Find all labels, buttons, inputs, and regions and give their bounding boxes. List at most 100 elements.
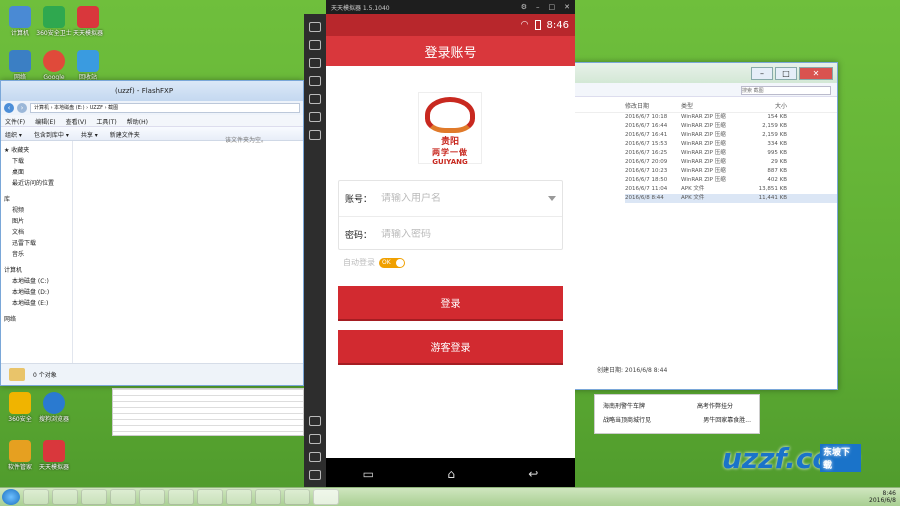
forward-icon[interactable]: ›	[17, 103, 27, 113]
column-date[interactable]: 修改日期	[625, 101, 681, 110]
taskbar-app-sogou[interactable]	[168, 489, 194, 505]
column-size[interactable]: 大小	[737, 101, 787, 110]
maximize-button[interactable]: □	[775, 66, 797, 80]
desktop-icon-emulator[interactable]: 天天模拟器	[70, 6, 106, 37]
news-item[interactable]: 男牛回家靠食胜...	[703, 414, 751, 428]
rotate-icon[interactable]	[309, 58, 321, 68]
nav-tree-item[interactable]: 网络	[4, 314, 69, 325]
taskbar-app-360[interactable]	[23, 489, 49, 505]
start-button[interactable]	[2, 489, 20, 505]
login-button[interactable]: 登录	[338, 286, 563, 319]
volume-up-icon[interactable]	[309, 416, 321, 426]
desktop-icon-recycle[interactable]: 回收站	[70, 50, 106, 81]
file-row[interactable]: 2016/6/7 18:50 WinRAR ZIP 压缩 402 KB	[625, 176, 837, 185]
news-item[interactable]: 海南刑警牛车牌	[603, 400, 645, 414]
back-nav-icon[interactable]: ↩	[528, 467, 538, 481]
menu-file[interactable]: 文件(F)	[5, 117, 25, 126]
close-icon[interactable]: ✕	[564, 3, 570, 11]
screen-icon[interactable]	[309, 40, 321, 50]
column-type[interactable]: 类型	[681, 101, 737, 110]
taskbar-app-sogou2[interactable]	[284, 489, 310, 505]
home-icon[interactable]: ⌂	[447, 467, 455, 481]
close-button[interactable]: ✕	[799, 66, 833, 80]
file-row[interactable]: 2016/6/7 10:23 WinRAR ZIP 压缩 887 KB	[625, 167, 837, 176]
include-library-button[interactable]: 包含到库中 ▾	[34, 130, 69, 139]
desktop-icon-network[interactable]: 网络	[2, 50, 38, 81]
apk-icon[interactable]	[309, 112, 321, 122]
file-type: WinRAR ZIP 压缩	[681, 168, 726, 174]
username-input[interactable]	[381, 193, 548, 204]
fullscreen-icon[interactable]	[309, 470, 321, 480]
taskbar-app-ie[interactable]	[52, 489, 78, 505]
menu-edit[interactable]: 编辑(E)	[35, 117, 55, 126]
desktop-icon-sogou[interactable]: 搜狗浏览器	[36, 392, 72, 423]
auto-login-toggle[interactable]: OK	[379, 257, 405, 268]
recents-icon[interactable]: ▭	[363, 467, 374, 481]
nav-tree-item[interactable]: 本地磁盘 (D:)	[4, 287, 69, 298]
desktop-icon-computer[interactable]: 计算机	[2, 6, 38, 37]
guest-login-button[interactable]: 游客登录	[338, 330, 563, 363]
share-button[interactable]: 共享 ▾	[81, 130, 98, 139]
settings-icon[interactable]: ⚙	[521, 3, 527, 11]
maximize-icon[interactable]: □	[549, 3, 556, 11]
minimize-button[interactable]: –	[751, 66, 773, 80]
file-row[interactable]: 2016/6/7 16:41 WinRAR ZIP 压缩 2,159 KB	[625, 131, 837, 140]
password-input[interactable]	[381, 228, 556, 240]
taskbar-app-office[interactable]	[110, 489, 136, 505]
file-row[interactable]: 2016/6/8 8:44 APK 文件 11,441 KB	[625, 194, 837, 203]
nav-tree-item[interactable]: 最近访问的位置	[4, 178, 69, 189]
nav-tree-item[interactable]: 迅雷下载	[4, 238, 69, 249]
keyboard-icon[interactable]	[309, 22, 321, 32]
inbox-icon[interactable]	[309, 94, 321, 104]
file-row[interactable]: 2016/6/7 15:53 WinRAR ZIP 压缩 334 KB	[625, 140, 837, 149]
menu-view[interactable]: 查看(V)	[66, 117, 87, 126]
nav-tree-item[interactable]: 库	[4, 194, 69, 205]
desktop-icon-360b[interactable]: 360安全	[2, 392, 38, 423]
nav-tree-item[interactable]: 视频	[4, 205, 69, 216]
nav-tree-item[interactable]: 本地磁盘 (C:)	[4, 276, 69, 287]
taskbar-app-chrome[interactable]	[197, 489, 223, 505]
nav-tree-item[interactable]: 本地磁盘 (E:)	[4, 298, 69, 309]
file-row[interactable]: 2016/6/7 20:09 WinRAR ZIP 压缩 29 KB	[625, 158, 837, 167]
desktop-icon-manager[interactable]: 软件管家	[2, 440, 38, 471]
file-row[interactable]: 2016/6/7 16:25 WinRAR ZIP 压缩 995 KB	[625, 149, 837, 158]
file-row[interactable]: 2016/6/7 16:44 WinRAR ZIP 压缩 2,159 KB	[625, 122, 837, 131]
nav-tree-item[interactable]: 桌面	[4, 167, 69, 178]
menu-help[interactable]: 帮助(H)	[127, 117, 148, 126]
volume-down-icon[interactable]	[309, 434, 321, 444]
logo-city: 贵阳	[440, 137, 459, 147]
scissors-icon[interactable]	[309, 76, 321, 86]
taskbar-app-explorer[interactable]	[81, 489, 107, 505]
nav-tree-item[interactable]: 文档	[4, 227, 69, 238]
nav-tree-item[interactable]: ★ 收藏夹	[4, 145, 69, 156]
new-folder-button[interactable]: 新建文件夹	[110, 130, 140, 139]
desktop-icon-360[interactable]: 360安全卫士	[36, 6, 72, 37]
desktop-icon-emulator2[interactable]: 天天模拟器	[36, 440, 72, 471]
breadcrumb[interactable]: 计算机 › 本地磁盘 (E:) › UZZF › 截图	[30, 103, 300, 113]
menu-tools[interactable]: 工具(T)	[96, 117, 116, 126]
file-search-input[interactable]	[741, 86, 831, 95]
explorer-titlebar[interactable]: (uzzf) - FlashFXP	[1, 81, 303, 101]
system-tray-clock[interactable]: 8:46 2016/6/8	[869, 490, 896, 504]
organize-button[interactable]: 组织 ▾	[5, 130, 22, 139]
nav-tree-item[interactable]: 图片	[4, 216, 69, 227]
emulator-titlebar[interactable]: 天天模拟器 1.5.1040 ⚙ – □ ✕	[326, 0, 575, 14]
nav-tree-item[interactable]: 音乐	[4, 249, 69, 260]
file-row[interactable]: 2016/6/7 11:04 APK 文件 13,851 KB	[625, 185, 837, 194]
nav-tree-item[interactable]: 下载	[4, 156, 69, 167]
file-row[interactable]: 2016/6/7 10:18 WinRAR ZIP 压缩 154 KB	[625, 113, 837, 122]
minimize-icon[interactable]: –	[536, 3, 540, 11]
desktop-icon-google[interactable]: Google	[36, 50, 72, 81]
dropdown-caret-icon[interactable]	[548, 196, 556, 201]
taskbar-app-tool[interactable]	[226, 489, 252, 505]
taskbar-app-folder[interactable]	[139, 489, 165, 505]
nav-tree-item[interactable]: 计算机	[4, 265, 69, 276]
back-icon[interactable]: ‹	[4, 103, 14, 113]
location-icon[interactable]	[309, 130, 321, 140]
news-item[interactable]: 战略当顶商城行见	[603, 414, 651, 428]
taskbar-app-emulator[interactable]	[313, 489, 339, 505]
taskbar-app-flashfxp[interactable]	[255, 489, 281, 505]
menu-icon[interactable]	[309, 452, 321, 462]
battery-icon	[534, 20, 541, 30]
news-item[interactable]: 高考作弊挂分	[697, 400, 733, 414]
